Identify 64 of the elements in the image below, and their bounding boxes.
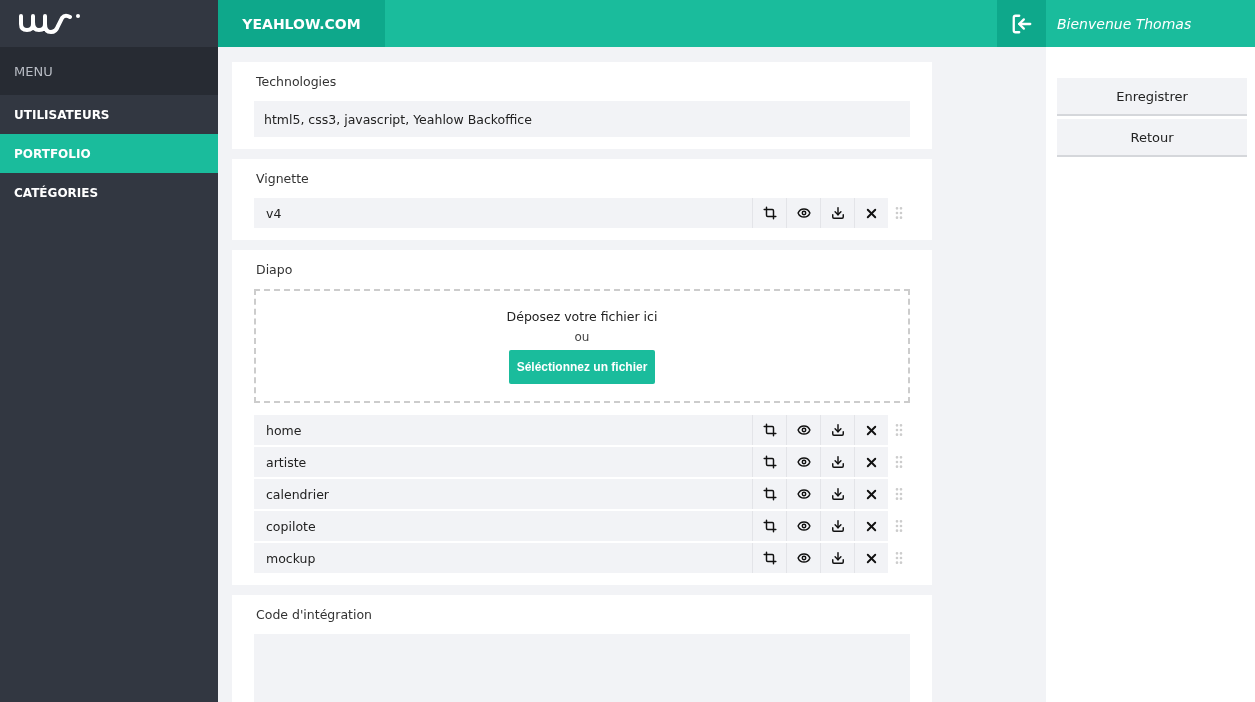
eye-icon [796,455,811,469]
delete-button[interactable] [854,511,888,541]
view-button[interactable] [786,198,820,228]
delete-button[interactable] [854,447,888,477]
delete-button[interactable] [854,479,888,509]
file-name: v4 [254,198,752,228]
file-name: artiste [254,447,752,477]
file-name: copilote [254,511,752,541]
crop-icon [762,206,777,220]
download-button[interactable] [820,415,854,445]
crop-button[interactable] [752,543,786,573]
download-button[interactable] [820,198,854,228]
drop-zone[interactable]: Déposez votre fichier ici ou Séléctionnez un fichier [254,289,910,403]
delete-button[interactable] [854,415,888,445]
crop-button[interactable] [752,447,786,477]
or-text: ou [574,329,590,344]
input-field[interactable]: html5, css3, javascript, Yeahlow Backoffice [254,101,910,137]
crop-button[interactable] [752,198,786,228]
crop-button[interactable] [752,415,786,445]
eye-icon [796,423,811,437]
menu-item[interactable]: UTILISATEURS [0,95,218,134]
logout-icon [1010,12,1033,35]
welcome-text: Bienvenue Thomas [1056,14,1193,34]
view-button[interactable] [786,511,820,541]
download-icon [830,423,845,437]
download-button[interactable] [820,543,854,573]
crop-icon [762,551,777,565]
download-button[interactable] [820,447,854,477]
eye-icon [796,206,811,220]
eye-icon [796,551,811,565]
download-icon [830,551,845,565]
delete-button[interactable] [854,198,888,228]
file-name: mockup [254,543,752,573]
view-button[interactable] [786,447,820,477]
view-button[interactable] [786,479,820,509]
crop-icon [762,455,777,469]
action-button[interactable]: Retour [1057,119,1247,157]
section-label: Code d'intégration [255,606,373,624]
menu-title: MENU [0,47,218,95]
drop-text: Déposez votre fichier ici [506,308,658,324]
crop-icon [762,519,777,533]
download-button[interactable] [820,479,854,509]
eye-icon [796,487,811,501]
file-name: home [254,415,752,445]
section-label: Vignette [255,170,310,188]
action-button[interactable]: Enregistrer [1057,78,1247,116]
crop-button[interactable] [752,479,786,509]
download-icon [830,455,845,469]
download-icon [830,487,845,501]
download-icon [830,206,845,220]
delete-button[interactable] [854,543,888,573]
crop-icon [762,487,777,501]
crop-button[interactable] [752,511,786,541]
download-icon [830,519,845,533]
download-button[interactable] [820,511,854,541]
view-button[interactable] [786,415,820,445]
logout-button[interactable] [997,0,1046,47]
file-name: calendrier [254,479,752,509]
section-label: Technologies [255,73,338,91]
view-button[interactable] [786,543,820,573]
crop-icon [762,423,777,437]
section-label: Diapo [255,261,294,279]
eye-icon [796,519,811,533]
menu-item[interactable]: CATÉGORIES [0,173,218,212]
